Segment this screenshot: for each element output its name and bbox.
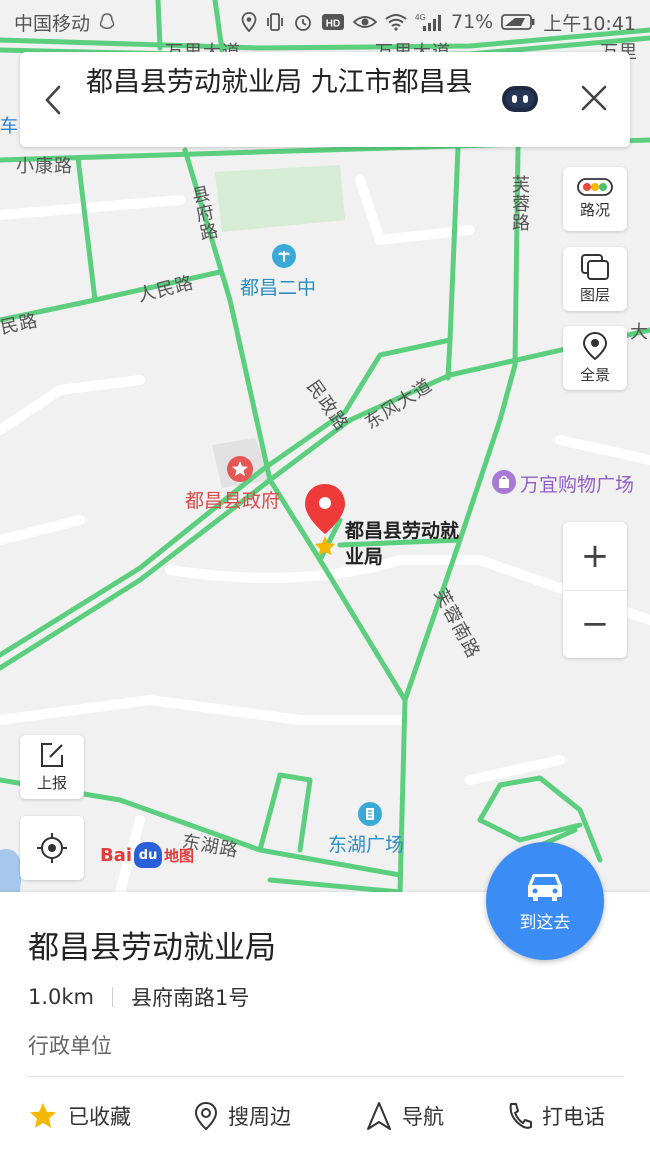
robot-icon	[502, 86, 538, 112]
svg-text:HD: HD	[326, 19, 340, 30]
go-here-button[interactable]: 到这去	[486, 842, 604, 960]
favorite-button[interactable]: 已收藏	[28, 1096, 131, 1136]
hd-icon: HD	[321, 13, 345, 31]
divider	[112, 987, 114, 1007]
logo-du: du	[134, 842, 163, 868]
poi-government[interactable]: 都昌县政府	[185, 486, 280, 513]
nearby-label: 搜周边	[228, 1105, 291, 1129]
traffic-light-icon	[577, 178, 613, 196]
car-icon	[528, 873, 562, 901]
school-icon	[272, 244, 296, 268]
svg-text:4G: 4G	[415, 13, 426, 22]
star-icon	[30, 1103, 56, 1128]
road-label: 车	[0, 116, 19, 137]
report-button[interactable]: 上报	[20, 735, 84, 799]
battery-percent: 71%	[451, 11, 494, 33]
zoom-in-button[interactable]: +	[563, 522, 627, 590]
action-bar: 已收藏 搜周边 导航 打电话	[0, 1096, 650, 1136]
chevron-left-icon	[45, 85, 61, 115]
call-label: 打电话	[542, 1105, 605, 1129]
phone-icon	[509, 1103, 532, 1129]
navigation-arrow-icon	[367, 1102, 391, 1130]
poi-donghu-square[interactable]: 东湖广场	[328, 830, 404, 857]
close-button[interactable]	[576, 80, 612, 116]
divider	[563, 590, 627, 591]
divider	[28, 1076, 624, 1077]
road-label: 芙蓉路	[509, 175, 530, 232]
4g-signal-icon: 4G	[415, 12, 443, 32]
layers-label: 图层	[579, 286, 610, 304]
zoom-out-button[interactable]: −	[563, 590, 627, 658]
poi-distance: 1.0km	[28, 985, 95, 1009]
go-here-label: 到这去	[519, 912, 571, 933]
layers-icon	[581, 254, 609, 280]
square-icon	[358, 802, 382, 826]
poi-school[interactable]: 都昌二中	[240, 273, 316, 300]
logo-bai: Bai	[100, 844, 133, 866]
battery-icon	[501, 13, 535, 31]
nearby-pin-icon	[194, 1101, 218, 1131]
poi-category: 行政单位	[28, 1034, 112, 1058]
close-icon	[581, 85, 607, 111]
poi-title: 都昌县劳动就业局	[28, 930, 276, 966]
qq-icon	[98, 12, 116, 32]
status-bar: 中国移动 HD 4G 71% 上午10:41	[0, 0, 650, 44]
report-label: 上报	[36, 774, 67, 792]
eye-icon	[353, 13, 377, 31]
navigate-label: 导航	[402, 1105, 444, 1129]
pin-label-line1: 都昌县劳动就	[345, 520, 460, 542]
pin-label-line2: 业局	[345, 546, 384, 568]
my-location-button[interactable]	[20, 816, 84, 880]
voice-assistant-button[interactable]	[498, 76, 542, 120]
panorama-pin-icon	[582, 331, 608, 361]
layers-button[interactable]: 图层	[563, 247, 627, 311]
clock: 上午10:41	[543, 12, 636, 35]
poi-mall[interactable]: 万宜购物广场	[520, 470, 634, 497]
government-icon	[227, 456, 253, 482]
edit-icon	[41, 743, 63, 767]
poi-address: 县府南路1号	[131, 986, 250, 1010]
poi-meta: 1.0km 县府南路1号	[28, 982, 249, 1012]
wifi-icon	[385, 13, 407, 31]
panorama-button[interactable]: 全景	[563, 326, 627, 390]
panorama-label: 全景	[579, 366, 610, 384]
navigate-button[interactable]: 导航	[366, 1096, 444, 1136]
pin-label: 都昌县劳动就 业局	[345, 518, 459, 570]
alarm-icon	[293, 12, 313, 32]
locate-icon	[37, 833, 67, 863]
search-nearby-button[interactable]: 搜周边	[194, 1096, 291, 1136]
location-icon	[241, 12, 257, 32]
vibrate-icon	[265, 12, 285, 32]
favorite-label: 已收藏	[68, 1105, 131, 1129]
mall-icon	[492, 470, 516, 494]
carrier-label: 中国移动	[14, 12, 91, 35]
back-button[interactable]	[38, 80, 68, 120]
call-button[interactable]: 打电话	[506, 1096, 605, 1136]
baidu-map-logo: Bai du 地图	[100, 842, 194, 868]
road-label: 大	[630, 322, 649, 343]
zoom-control: + −	[563, 522, 627, 658]
park-area	[215, 165, 345, 232]
traffic-label: 路况	[579, 201, 610, 219]
logo-map: 地图	[164, 846, 195, 865]
road-label: 小康路	[16, 156, 73, 177]
search-query[interactable]: 都昌县劳动就业局 九江市都昌县	[86, 66, 486, 100]
location-pin-icon[interactable]	[303, 482, 347, 560]
traffic-button[interactable]: 路况	[563, 167, 627, 231]
search-card[interactable]: 都昌县劳动就业局 九江市都昌县	[20, 52, 630, 147]
